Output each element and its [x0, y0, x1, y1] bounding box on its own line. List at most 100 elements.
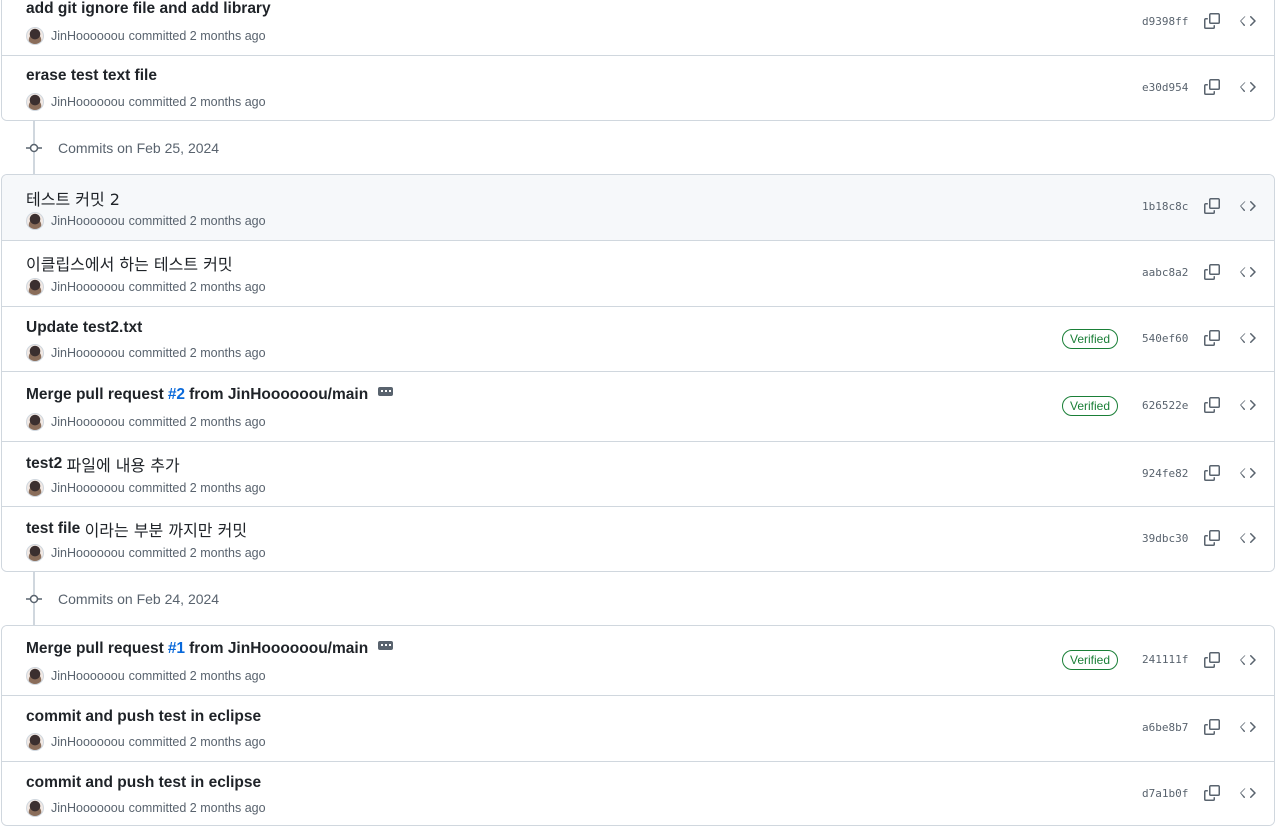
commit-author[interactable]: JinHoooooou — [51, 481, 125, 495]
commit-author[interactable]: JinHoooooou — [51, 280, 125, 294]
commit-sha[interactable]: 39dbc30 — [1142, 532, 1188, 545]
commit-title[interactable]: add git ignore file and add library — [26, 0, 271, 18]
commit-title[interactable]: Merge pull request #2 from JinHoooooou/m… — [26, 386, 394, 404]
avatar[interactable] — [26, 733, 44, 751]
commit-row[interactable]: 이클립스에서 하는 테스트 커밋 JinHoooooou committed 2… — [2, 240, 1274, 306]
code-icon — [1240, 201, 1256, 211]
verified-badge[interactable]: Verified — [1062, 329, 1119, 349]
commit-title[interactable]: erase test text file — [26, 67, 157, 85]
commit-author[interactable]: JinHoooooou — [51, 29, 125, 43]
avatar[interactable] — [26, 544, 44, 562]
browse-repo-button[interactable] — [1238, 717, 1258, 737]
commit-row[interactable]: commit and push test in eclipse JinHoooo… — [2, 695, 1274, 761]
pull-request-link[interactable]: #1 — [168, 640, 185, 658]
avatar[interactable] — [26, 413, 44, 431]
commit-author[interactable]: JinHoooooou — [51, 415, 125, 429]
commit-sha[interactable]: aabc8a2 — [1142, 266, 1188, 279]
commit-author[interactable]: JinHoooooou — [51, 735, 125, 749]
commit-title[interactable]: test file 이라는 부분 까지만 커밋 — [26, 517, 247, 541]
commit-sha[interactable]: 241111f — [1142, 653, 1188, 666]
commit-time: committed 2 months ago — [128, 546, 266, 560]
browse-repo-button[interactable] — [1238, 395, 1258, 415]
avatar[interactable] — [26, 278, 44, 296]
browse-repo-button[interactable] — [1238, 11, 1258, 31]
commit-title[interactable]: 이클립스에서 하는 테스트 커밋 — [26, 251, 233, 275]
copy-sha-button[interactable] — [1202, 196, 1222, 216]
copy-sha-button[interactable] — [1202, 463, 1222, 483]
commit-row[interactable]: test2 파일에 내용 추가 JinHoooooou committed 2 … — [2, 441, 1274, 506]
commit-time: committed 2 months ago — [128, 801, 266, 815]
commit-sha[interactable]: a6be8b7 — [1142, 721, 1188, 734]
copy-sha-button[interactable] — [1202, 328, 1222, 348]
copy-sha-button[interactable] — [1202, 783, 1222, 803]
commit-row[interactable]: add git ignore file and add library JinH… — [2, 0, 1274, 55]
copy-sha-button[interactable] — [1202, 77, 1222, 97]
avatar[interactable] — [26, 27, 44, 45]
commit-author[interactable]: JinHoooooou — [51, 95, 125, 109]
commit-author[interactable]: JinHoooooou — [51, 214, 125, 228]
commit-author[interactable]: JinHoooooou — [51, 346, 125, 360]
commit-author[interactable]: JinHoooooou — [51, 669, 125, 683]
copy-sha-button[interactable] — [1202, 528, 1222, 548]
copy-icon — [1204, 264, 1220, 280]
copy-sha-button[interactable] — [1202, 11, 1222, 31]
browse-repo-button[interactable] — [1238, 650, 1258, 670]
code-icon — [1240, 267, 1256, 277]
commit-sha[interactable]: e30d954 — [1142, 81, 1188, 94]
commit-sha[interactable]: d7a1b0f — [1142, 787, 1188, 800]
expand-message-button[interactable] — [378, 386, 394, 396]
code-icon — [1240, 400, 1256, 410]
copy-sha-button[interactable] — [1202, 395, 1222, 415]
pull-request-link[interactable]: #2 — [168, 386, 185, 404]
commit-group-box: add git ignore file and add library JinH… — [1, 0, 1275, 121]
browse-repo-button[interactable] — [1238, 262, 1258, 282]
commit-row[interactable]: 테스트 커밋 2 JinHoooooou committed 2 months … — [2, 175, 1274, 240]
commit-sha[interactable]: 626522e — [1142, 399, 1188, 412]
commit-row[interactable]: Update test2.txt JinHoooooou committed 2… — [2, 306, 1274, 371]
commit-author[interactable]: JinHoooooou — [51, 546, 125, 560]
code-icon — [1240, 16, 1256, 26]
browse-repo-button[interactable] — [1238, 783, 1258, 803]
browse-repo-button[interactable] — [1238, 77, 1258, 97]
commit-sha[interactable]: 1b18c8c — [1142, 200, 1188, 213]
expand-message-button[interactable] — [378, 640, 394, 650]
browse-repo-button[interactable] — [1238, 196, 1258, 216]
commit-title[interactable]: 테스트 커밋 2 — [26, 186, 120, 210]
copy-sha-button[interactable] — [1202, 262, 1222, 282]
commit-row[interactable]: Merge pull request #2 from JinHoooooou/m… — [2, 371, 1274, 441]
avatar[interactable] — [26, 667, 44, 685]
commit-row[interactable]: Merge pull request #1 from JinHoooooou/m… — [2, 626, 1274, 695]
browse-repo-button[interactable] — [1238, 528, 1258, 548]
avatar[interactable] — [26, 344, 44, 362]
avatar[interactable] — [26, 93, 44, 111]
verified-badge[interactable]: Verified — [1062, 396, 1119, 416]
commit-sha[interactable]: d9398ff — [1142, 15, 1188, 28]
commit-title[interactable]: Update test2.txt — [26, 319, 142, 337]
commit-row[interactable]: commit and push test in eclipse JinHoooo… — [2, 761, 1274, 825]
commit-row[interactable]: erase test text file JinHoooooou committ… — [2, 55, 1274, 120]
browse-repo-button[interactable] — [1238, 463, 1258, 483]
commit-sha[interactable]: 924fe82 — [1142, 467, 1188, 480]
commit-author[interactable]: JinHoooooou — [51, 801, 125, 815]
copy-icon — [1204, 652, 1220, 668]
avatar[interactable] — [26, 212, 44, 230]
code-icon — [1240, 82, 1256, 92]
copy-sha-button[interactable] — [1202, 650, 1222, 670]
browse-repo-button[interactable] — [1238, 328, 1258, 348]
avatar[interactable] — [26, 479, 44, 497]
commit-sha[interactable]: 540ef60 — [1142, 332, 1188, 345]
copy-icon — [1204, 785, 1220, 801]
commit-title[interactable]: commit and push test in eclipse — [26, 708, 261, 726]
verified-badge[interactable]: Verified — [1062, 650, 1119, 670]
copy-icon — [1204, 530, 1220, 546]
commit-title[interactable]: test2 파일에 내용 추가 — [26, 452, 180, 476]
code-icon — [1240, 333, 1256, 343]
copy-sha-button[interactable] — [1202, 717, 1222, 737]
avatar[interactable] — [26, 799, 44, 817]
commit-row[interactable]: test file 이라는 부분 까지만 커밋 JinHoooooou comm… — [2, 506, 1274, 571]
commit-group-box: 테스트 커밋 2 JinHoooooou committed 2 months … — [1, 174, 1275, 572]
commit-title[interactable]: Merge pull request #1 from JinHoooooou/m… — [26, 640, 394, 658]
commit-time: committed 2 months ago — [128, 346, 266, 360]
commit-title[interactable]: commit and push test in eclipse — [26, 774, 261, 792]
copy-icon — [1204, 397, 1220, 413]
